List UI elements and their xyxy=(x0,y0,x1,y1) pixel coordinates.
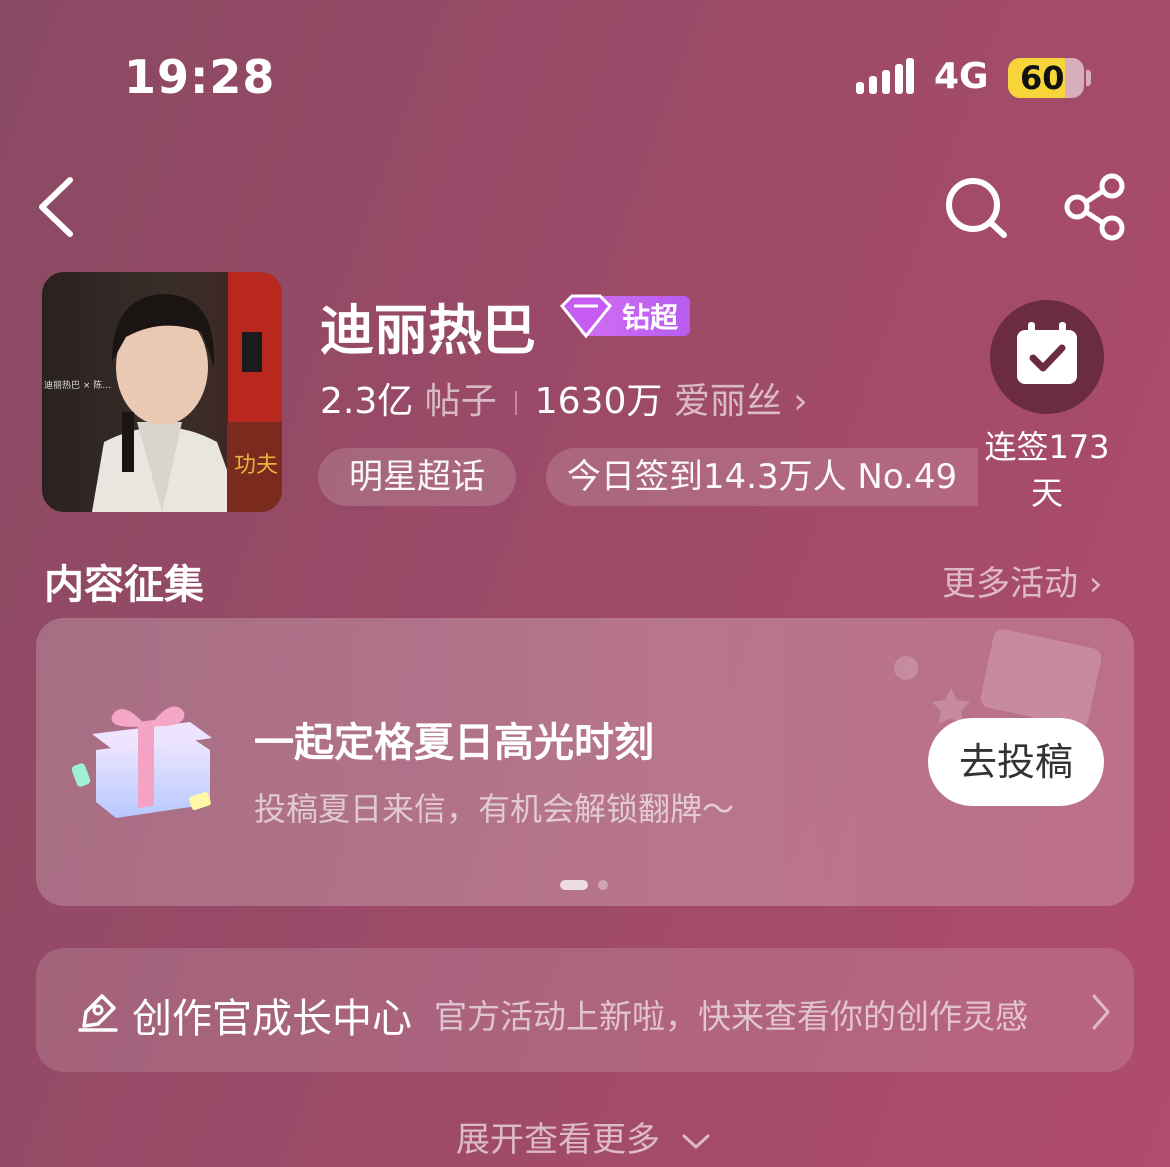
carousel-dot[interactable] xyxy=(598,880,608,890)
chevron-left-icon[interactable] xyxy=(30,172,100,242)
carousel-dot-active[interactable] xyxy=(560,880,588,890)
expand-more-button[interactable]: 展开查看更多 xyxy=(456,1112,711,1161)
checkin-button[interactable] xyxy=(990,300,1104,414)
page-title: 迪丽热巴 xyxy=(320,299,536,362)
search-icon[interactable] xyxy=(942,172,1012,242)
tag-category[interactable]: 明星超话 xyxy=(318,448,516,506)
avatar[interactable]: 功夫 迪丽热巴 × 陈… xyxy=(42,272,282,512)
chevron-right-icon xyxy=(1092,994,1110,1030)
card-title: 一起定格夏日高光时刻 xyxy=(254,720,654,766)
chevron-right-icon: › xyxy=(793,381,808,422)
avatar-caption: 迪丽热巴 × 陈… xyxy=(44,379,111,391)
svg-text:功夫: 功夫 xyxy=(234,453,278,478)
expand-more-label: 展开查看更多 xyxy=(456,1120,660,1160)
creator-pen-icon xyxy=(78,994,118,1032)
share-icon[interactable] xyxy=(1062,172,1132,242)
tag-checkin-stats[interactable]: 今日签到14.3万人 No.49 xyxy=(546,448,978,506)
creator-center-title: 创作官成长中心 xyxy=(132,996,412,1042)
battery-tip xyxy=(1086,70,1091,86)
creator-center-subtitle: 官方活动上新啦，快来查看你的创作灵感 xyxy=(434,997,1028,1036)
calendar-check-icon xyxy=(1017,322,1077,384)
badge-label: 钻超 xyxy=(622,301,679,334)
network-label: 4G xyxy=(934,56,989,97)
checkin-streak-label: 连签173天 xyxy=(984,428,1110,512)
battery-indicator: 60 xyxy=(1008,58,1084,98)
fans-count: 1630万 xyxy=(534,381,663,422)
signal-icon xyxy=(856,58,914,94)
more-activities-label: 更多活动 xyxy=(942,564,1078,604)
stats-divider xyxy=(514,391,517,415)
gift-box-icon xyxy=(72,706,212,818)
posts-count: 2.3亿 xyxy=(320,381,414,422)
chevron-down-icon xyxy=(682,1134,710,1148)
submit-button[interactable]: 去投稿 xyxy=(928,718,1104,806)
more-activities-link[interactable]: 更多活动 › xyxy=(942,556,1102,605)
stats-row: 2.3亿 帖子 1630万 爱丽丝 › xyxy=(320,372,808,424)
fans-link[interactable]: 爱丽丝 xyxy=(674,381,782,422)
status-time: 19:28 xyxy=(124,50,276,104)
posts-label: 帖子 xyxy=(424,381,497,422)
section-title: 内容征集 xyxy=(44,562,204,608)
card-subtitle: 投稿夏日来信，有机会解锁翻牌～ xyxy=(254,790,735,828)
chevron-right-icon: › xyxy=(1088,564,1103,604)
